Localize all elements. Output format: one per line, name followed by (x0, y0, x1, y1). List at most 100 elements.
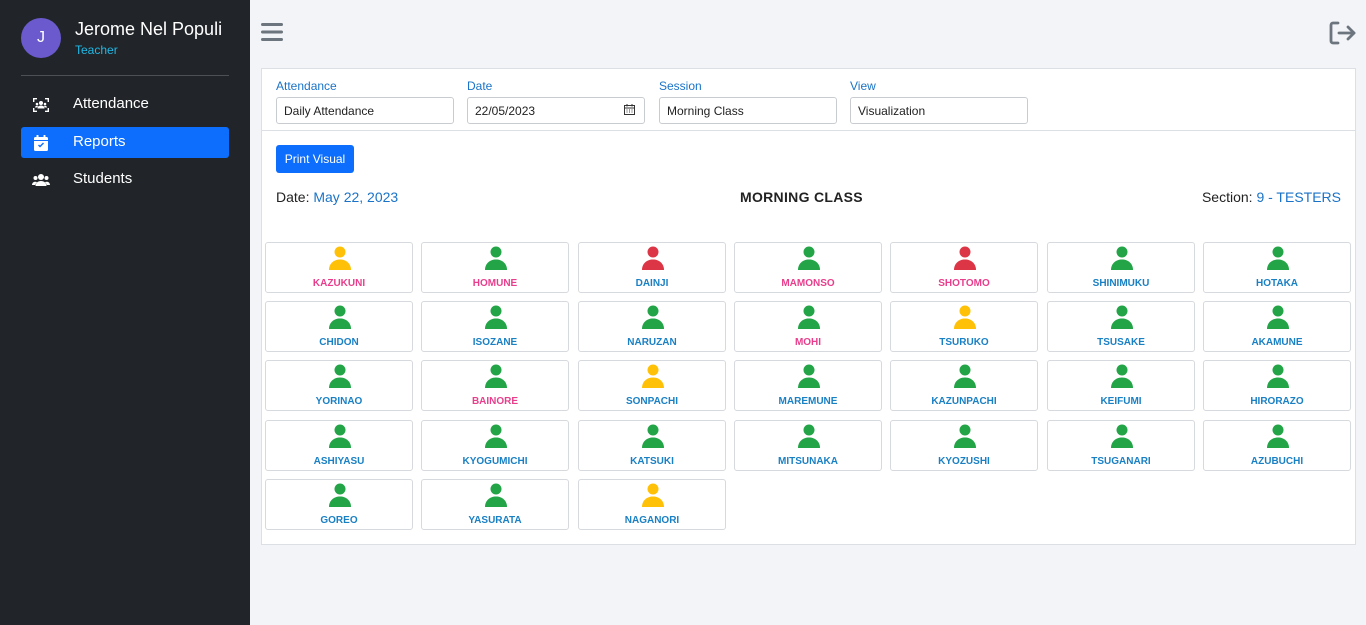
attendance-filter: Attendance Daily Attendance (276, 79, 454, 124)
person-icon (954, 364, 976, 388)
student-name: GOREO (320, 515, 358, 526)
student-name: YASURATA (468, 515, 522, 526)
person-icon (798, 424, 820, 448)
menu-toggle-icon[interactable] (260, 21, 284, 43)
student-name: SONPACHI (625, 396, 679, 407)
student-name: CHIDON (319, 337, 359, 348)
student-tile[interactable]: TSUSAKE (1047, 301, 1195, 352)
person-icon (485, 424, 507, 448)
student-name: SHOTOMO (938, 278, 990, 289)
student-name: YORINAO (315, 396, 363, 407)
person-icon (329, 364, 351, 388)
student-name: KYOZUSHI (938, 456, 990, 467)
student-tile[interactable]: DAINJI (578, 242, 726, 293)
student-name: MAREMUNE (778, 396, 838, 407)
student-name: ASHIYASU (313, 456, 365, 467)
student-tile[interactable]: MAREMUNE (734, 360, 882, 411)
user-name: Jerome Nel Populi (75, 19, 223, 39)
student-tile[interactable]: BAINORE (421, 360, 569, 411)
student-tile[interactable]: AZUBUCHI (1203, 420, 1351, 471)
attendance-type-select[interactable]: Daily Attendance (276, 97, 454, 124)
person-icon (485, 483, 507, 507)
view-select[interactable]: Visualization (850, 97, 1028, 124)
student-name: HIRORAZO (1250, 396, 1304, 407)
student-tile[interactable]: CHIDON (265, 301, 413, 352)
student-tile[interactable]: KYOZUSHI (890, 420, 1038, 471)
class-title: MORNING CLASS (740, 189, 863, 205)
student-tile[interactable]: SHINIMUKU (1047, 242, 1195, 293)
student-name: HOTAKA (1255, 278, 1299, 289)
student-tile[interactable]: ASHIYASU (265, 420, 413, 471)
session-filter-label: Session (659, 79, 702, 93)
sidebar-item-label: Students (73, 170, 133, 187)
person-icon (1267, 424, 1289, 448)
student-name: MITSUNAKA (778, 456, 838, 467)
student-name: HOMUNE (472, 278, 518, 289)
print-visual-button[interactable]: Print Visual (276, 145, 354, 173)
person-icon (1111, 246, 1133, 270)
student-tile[interactable]: TSUGANARI (1047, 420, 1195, 471)
sidebar-item-label: Reports (73, 133, 126, 150)
date-input-value: 22/05/2023 (475, 104, 536, 118)
student-name: NARUZAN (627, 337, 677, 348)
student-tile[interactable]: GOREO (265, 479, 413, 530)
student-tile[interactable]: HOMUNE (421, 242, 569, 293)
student-tile[interactable]: KYOGUMICHI (421, 420, 569, 471)
student-tile[interactable]: KAZUKUNI (265, 242, 413, 293)
student-name: TSUSAKE (1097, 337, 1145, 348)
student-name: KEIFUMI (1100, 396, 1142, 407)
scan-users-icon (32, 96, 50, 113)
person-icon (954, 424, 976, 448)
calendar-check-icon (32, 134, 50, 151)
student-tile[interactable]: KATSUKI (578, 420, 726, 471)
sidebar-item-students[interactable]: Students (21, 164, 229, 195)
student-name: KAZUNPACHI (931, 396, 997, 407)
student-name: MAMONSO (781, 278, 835, 289)
student-tile[interactable]: YORINAO (265, 360, 413, 411)
person-icon (485, 305, 507, 329)
users-icon (32, 171, 50, 188)
student-tile[interactable]: HOTAKA (1203, 242, 1351, 293)
sidebar-divider (21, 75, 229, 76)
sidebar-item-attendance[interactable]: Attendance (21, 89, 229, 120)
date-input[interactable]: 22/05/2023 (467, 97, 645, 124)
student-tile[interactable]: YASURATA (421, 479, 569, 530)
student-tile[interactable]: AKAMUNE (1203, 301, 1351, 352)
session-filter: Session Morning Class (659, 79, 837, 124)
person-icon (485, 246, 507, 270)
person-icon (1111, 364, 1133, 388)
student-tile[interactable]: NARUZAN (578, 301, 726, 352)
student-tile[interactable]: NAGANORI (578, 479, 726, 530)
report-card: Attendance Daily Attendance Date 22/05/2… (261, 68, 1356, 545)
section-value: 9 - TESTERS (1256, 189, 1341, 205)
student-tile[interactable]: TSURUKO (890, 301, 1038, 352)
student-tile[interactable]: SHOTOMO (890, 242, 1038, 293)
student-name: BAINORE (471, 396, 519, 407)
student-tile[interactable]: KAZUNPACHI (890, 360, 1038, 411)
sidebar-item-reports[interactable]: Reports (21, 127, 229, 158)
session-select[interactable]: Morning Class (659, 97, 837, 124)
student-name: KYOGUMICHI (462, 456, 528, 467)
person-icon (798, 246, 820, 270)
date-filter-label: Date (467, 79, 493, 93)
user-role: Teacher (75, 43, 118, 57)
student-tile[interactable]: MOHI (734, 301, 882, 352)
student-tile[interactable]: MITSUNAKA (734, 420, 882, 471)
student-tile[interactable]: MAMONSO (734, 242, 882, 293)
date-label: Date: (276, 189, 310, 205)
person-icon (642, 424, 664, 448)
student-tile[interactable]: ISOZANE (421, 301, 569, 352)
attendance-filter-label: Attendance (276, 79, 337, 93)
student-tile[interactable]: HIRORAZO (1203, 360, 1351, 411)
calendar-icon[interactable] (624, 104, 635, 118)
section-label: Section: (1201, 189, 1253, 205)
student-tile[interactable]: KEIFUMI (1047, 360, 1195, 411)
logout-icon[interactable] (1328, 20, 1358, 46)
student-tile[interactable]: SONPACHI (578, 360, 726, 411)
view-filter: View Visualization (850, 79, 1028, 124)
person-icon (642, 246, 664, 270)
sidebar-item-label: Attendance (73, 95, 149, 112)
report-section: Section: 9 - TESTERS (1202, 189, 1341, 205)
date-value: May 22, 2023 (313, 189, 399, 205)
person-icon (1111, 424, 1133, 448)
